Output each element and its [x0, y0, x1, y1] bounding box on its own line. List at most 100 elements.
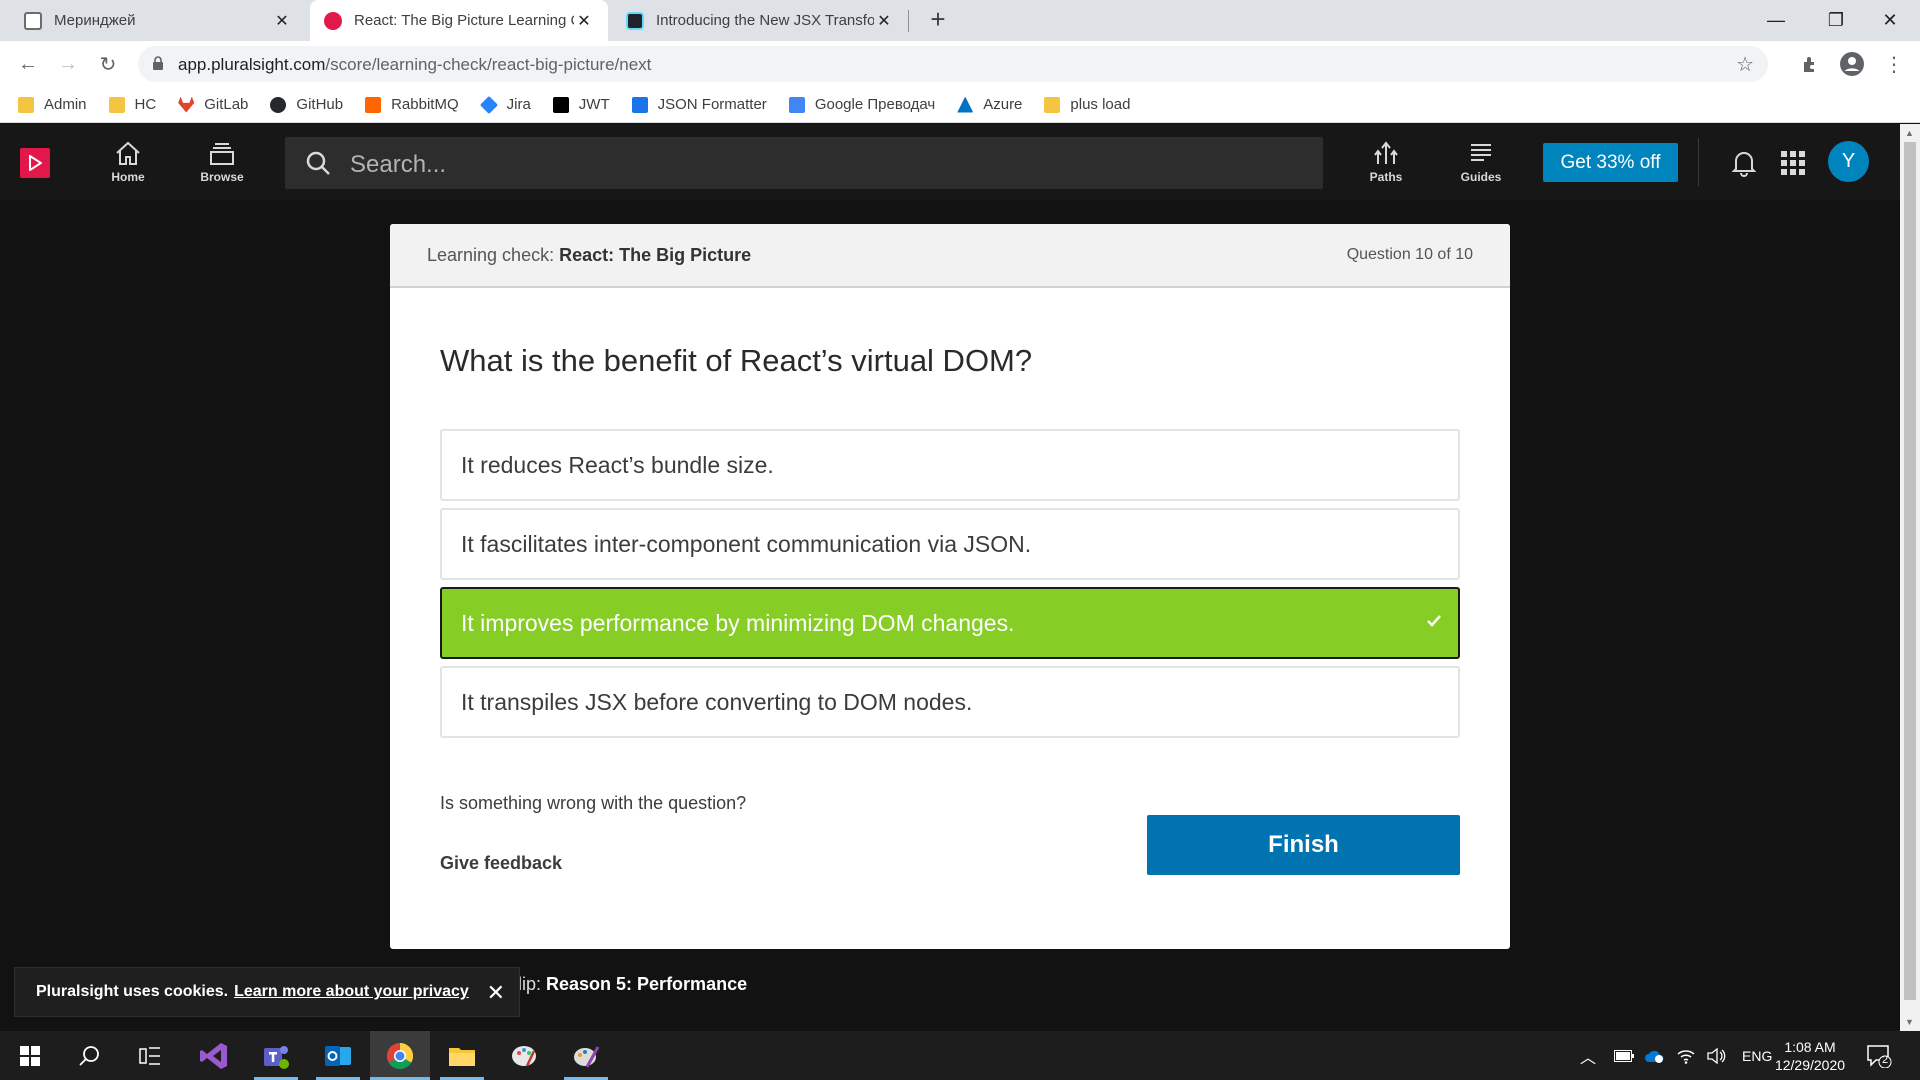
bookmark-label: plus load — [1070, 96, 1131, 113]
bookmark-jwt[interactable]: JWT — [552, 96, 610, 113]
lock-icon — [153, 56, 163, 70]
bookmark-rabbitmq[interactable]: RabbitMQ — [365, 96, 459, 113]
minimize-window-button[interactable]: — — [1746, 0, 1806, 41]
close-cookie-icon[interactable]: ✕ — [487, 980, 505, 1006]
taskbar-search-button[interactable] — [60, 1031, 120, 1080]
paint-palette-icon — [512, 1045, 536, 1067]
taskbar-visual-studio[interactable] — [184, 1031, 244, 1080]
taskbar-teams[interactable] — [246, 1031, 306, 1080]
user-avatar[interactable]: Y — [1828, 141, 1869, 182]
taskbar-outlook[interactable] — [308, 1031, 368, 1080]
give-feedback-link[interactable]: Give feedback — [440, 853, 562, 874]
site-icon — [24, 11, 42, 30]
close-tab-icon[interactable]: ✕ — [272, 11, 292, 31]
volume-icon[interactable] — [1706, 1047, 1726, 1064]
outlook-icon — [325, 1045, 351, 1066]
azure-icon — [957, 96, 974, 113]
answer-text: It improves performance by minimizing DO… — [461, 609, 1015, 636]
language-indicator[interactable]: ENG — [1742, 1048, 1772, 1064]
browser-tab-1[interactable]: Мериндж​ей ✕ — [10, 0, 306, 41]
bookmark-star-icon[interactable]: ☆ — [1736, 52, 1754, 77]
system-clock[interactable]: 1:08 AM 12/29/2020 — [1770, 1038, 1850, 1074]
close-tab-icon[interactable]: ✕ — [874, 11, 894, 31]
bookmark-label: Jira — [506, 96, 531, 113]
taskbar-file-explorer[interactable] — [432, 1031, 492, 1080]
notifications-bell-icon[interactable] — [1731, 149, 1757, 177]
cloud-sync-icon[interactable] — [1644, 1048, 1666, 1064]
new-tab-button[interactable]: + — [922, 4, 954, 36]
reload-button[interactable]: ↻ — [92, 48, 124, 80]
promo-button[interactable]: Get 33% off — [1543, 143, 1678, 182]
start-button[interactable] — [0, 1031, 60, 1080]
browser-menu-icon[interactable]: ⋮ — [1878, 48, 1910, 80]
taskbar-paint[interactable] — [494, 1031, 554, 1080]
search-bar[interactable]: Search... — [285, 137, 1323, 189]
answer-option-3-correct[interactable]: It improves performance by minimizing DO… — [440, 587, 1460, 659]
bookmark-github[interactable]: GitHub — [270, 96, 343, 113]
taskbar-paint-3d[interactable] — [556, 1031, 616, 1080]
bookmark-gitlab[interactable]: GitLab — [178, 96, 248, 113]
nav-home[interactable]: Home — [93, 138, 163, 184]
pluralsight-logo[interactable] — [20, 148, 50, 178]
home-icon — [116, 141, 140, 165]
answer-option-4[interactable]: It transpiles JSX before converting to D… — [440, 666, 1460, 738]
apps-grid-icon[interactable] — [1781, 151, 1805, 175]
address-bar[interactable]: app.pluralsight.com/score/learning-check… — [138, 46, 1768, 82]
bookmark-label: Google Преводач — [814, 96, 936, 113]
search-icon — [79, 1045, 99, 1066]
nav-browse[interactable]: Browse — [187, 138, 257, 184]
scroll-up-arrow-icon[interactable]: ▲ — [1905, 128, 1914, 138]
close-tab-icon[interactable]: ✕ — [574, 11, 594, 31]
card-header: Learning check: React: The Big Picture Q… — [390, 224, 1510, 288]
browser-tab-strip: Мериндж​ей ✕ React: The Big Picture Lear… — [0, 0, 1920, 41]
task-view-button[interactable] — [120, 1031, 180, 1080]
nav-guides[interactable]: Guides — [1446, 138, 1516, 184]
finish-button[interactable]: Finish — [1147, 815, 1460, 875]
browser-tab-2[interactable]: React: The Big Picture Learning C ✕ — [310, 0, 608, 41]
wifi-icon[interactable] — [1676, 1048, 1696, 1064]
learning-check-card: Learning check: React: The Big Picture Q… — [390, 224, 1510, 949]
battery-icon[interactable] — [1614, 1049, 1635, 1062]
paint-3d-icon — [574, 1045, 600, 1068]
privacy-link[interactable]: Learn more about your privacy — [234, 983, 469, 1001]
nav-paths[interactable]: Paths — [1351, 138, 1421, 184]
bookmark-label: HC — [134, 96, 157, 113]
paths-icon — [1374, 141, 1398, 164]
action-center-button[interactable]: 2 — [1866, 1031, 1892, 1080]
close-window-button[interactable]: ✕ — [1860, 0, 1920, 41]
taskbar-chrome[interactable] — [370, 1031, 430, 1080]
scroll-down-arrow-icon[interactable]: ▼ — [1905, 1017, 1914, 1027]
answer-text: It fascilitates inter-component communic… — [461, 530, 1032, 557]
profile-icon[interactable] — [1836, 48, 1868, 80]
bookmark-jira[interactable]: Jira — [479, 95, 531, 114]
page-scrollbar[interactable]: ▲ ▼ — [1900, 124, 1920, 1031]
answer-text: It reduces React’s bundle size. — [461, 451, 774, 478]
bookmark-hc[interactable]: HC — [108, 96, 157, 113]
browser-toolbar: ← → ↻ app.pluralsight.com/score/learning… — [0, 41, 1920, 87]
tab-divider — [908, 10, 909, 32]
scrollbar-thumb[interactable] — [1904, 142, 1916, 1000]
restore-window-button[interactable]: ❐ — [1806, 0, 1866, 41]
url-host: app.pluralsight.com — [178, 55, 326, 74]
course-title: React: The Big Picture — [559, 245, 752, 265]
chrome-icon — [386, 1042, 414, 1069]
chevron-up-icon[interactable]: ︿ — [1580, 1044, 1596, 1068]
answer-option-2[interactable]: It fascilitates inter-component communic… — [440, 508, 1460, 580]
clock-time: 1:08 AM — [1784, 1039, 1836, 1055]
back-button[interactable]: ← — [12, 48, 44, 80]
bookmarks-bar: Admin HC GitLab GitHub RabbitMQ Jira JWT… — [0, 87, 1920, 123]
bookmark-plus-load[interactable]: plus load — [1044, 96, 1130, 113]
bookmark-azure[interactable]: Azure — [957, 96, 1022, 113]
bookmark-google-translate[interactable]: Google Преводач — [788, 96, 936, 113]
bookmark-admin[interactable]: Admin — [18, 96, 87, 113]
header-divider — [1698, 138, 1699, 186]
folder-icon — [108, 96, 125, 113]
answer-option-1[interactable]: It reduces React’s bundle size. — [440, 429, 1460, 501]
extensions-icon[interactable] — [1794, 48, 1826, 80]
bookmark-json-formatter[interactable]: JSON Formatter — [631, 96, 767, 113]
browser-tab-3[interactable]: Introducing the New JSX Transfor ✕ — [612, 0, 908, 41]
rabbitmq-icon — [365, 96, 382, 113]
checkbox-icon — [631, 96, 648, 113]
forward-button[interactable]: → — [52, 48, 84, 80]
github-icon — [270, 96, 287, 113]
